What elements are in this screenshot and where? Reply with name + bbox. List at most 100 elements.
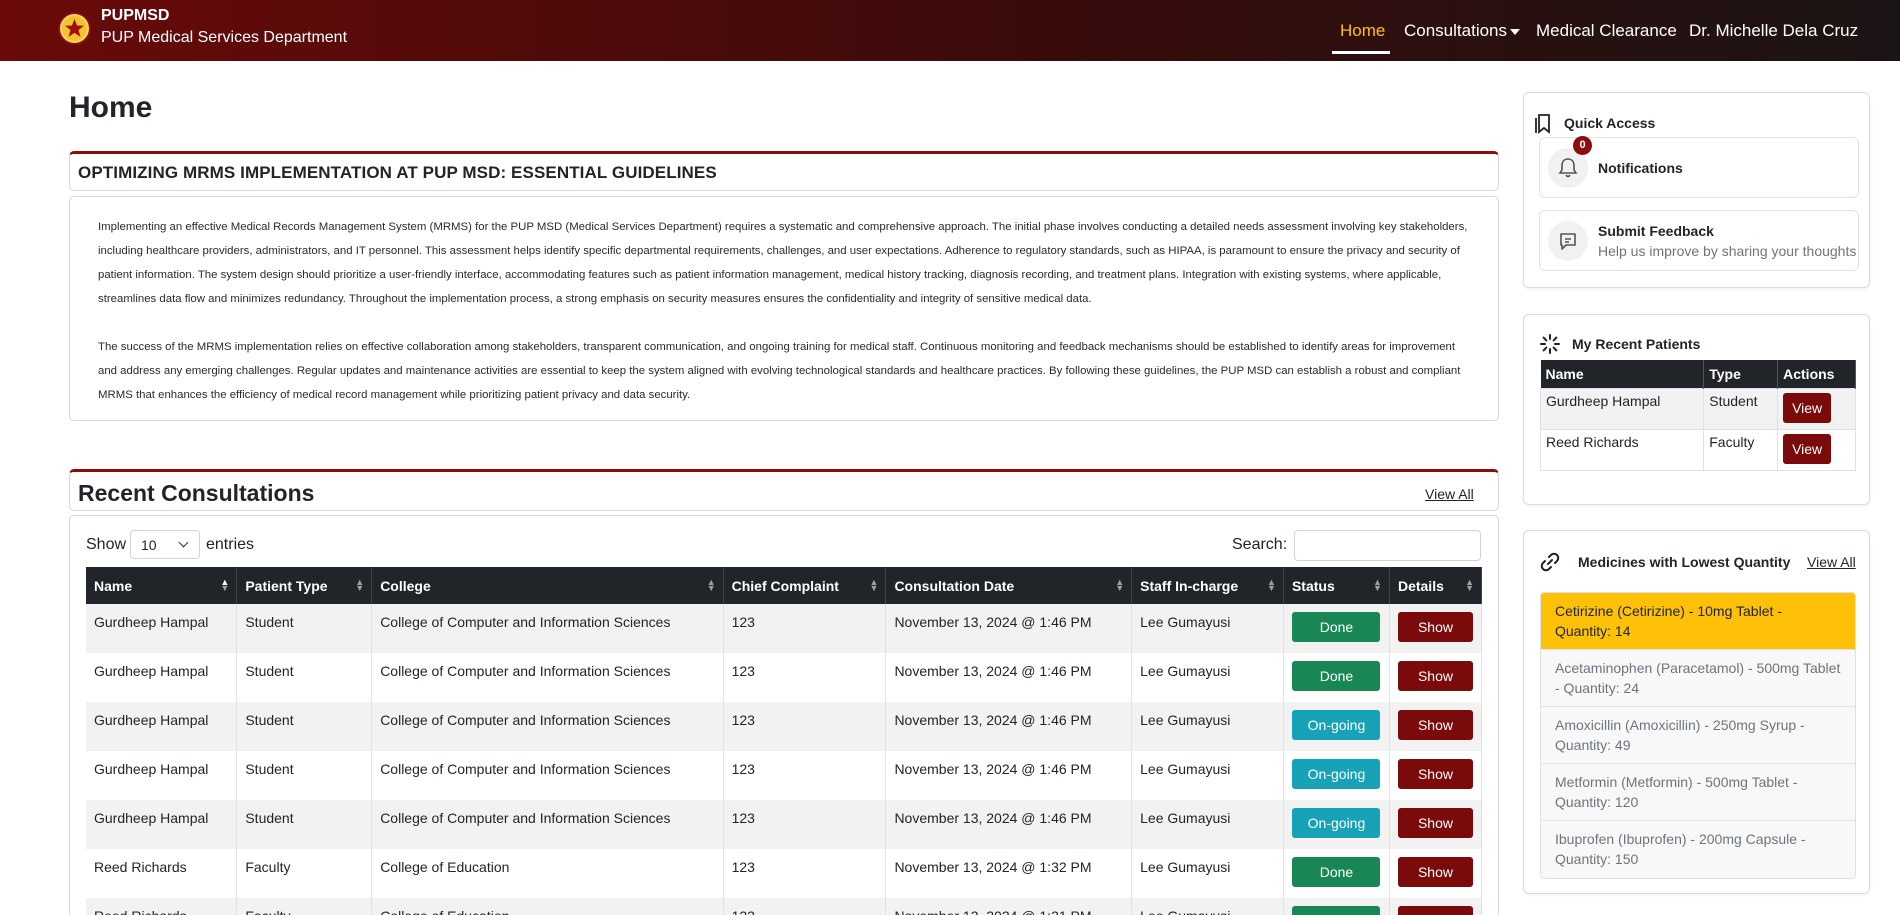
column-header-name[interactable]: Name ▲ ▼ <box>86 567 238 604</box>
cell-name: Gurdheep Hampal <box>86 702 238 751</box>
consultations-header: Recent Consultations View All <box>69 469 1499 511</box>
cell-chief-complaint: 123 <box>723 849 887 898</box>
cell-chief-complaint: 123 <box>723 604 887 653</box>
nav-home[interactable]: Home <box>1340 21 1385 41</box>
medicines-view-all-link[interactable]: View All <box>1807 554 1856 570</box>
column-header-label: Details <box>1397 577 1444 594</box>
table-row: Reed Richards Faculty College of Educati… <box>86 849 1483 898</box>
brand-subtitle[interactable]: PUP Medical Services Department <box>101 29 347 47</box>
list-item[interactable]: Metformin (Metformin) - 500mg Tablet - Q… <box>1541 764 1855 821</box>
column-header-label: Patient Type <box>245 577 328 594</box>
submit-feedback-item[interactable]: Submit Feedback Help us improve by shari… <box>1539 210 1859 271</box>
brand-title[interactable]: PUPMSD <box>101 7 169 25</box>
feedback-message-icon <box>1548 221 1588 261</box>
status-badge: On-going <box>1292 808 1381 838</box>
column-header-type: Type <box>1703 360 1779 388</box>
cell-name: Reed Richards <box>86 898 238 915</box>
show-details-button[interactable]: Show <box>1397 661 1473 691</box>
recent-patients-table: Name Type Actions Gurdheep Hampal Studen… <box>1539 360 1856 471</box>
cell-consultation-date: November 13, 2024 @ 1:46 PM <box>885 702 1133 751</box>
recent-patients-card: My Recent Patients Name Type Actions Gur… <box>1523 314 1870 505</box>
show-details-button[interactable]: Show <box>1397 857 1473 887</box>
guidelines-heading: OPTIMIZING MRMS IMPLEMENTATION AT PUP MS… <box>78 163 717 182</box>
show-details-button[interactable]: Show <box>1397 808 1473 838</box>
table-row: Gurdheep Hampal Student College of Compu… <box>86 751 1483 800</box>
show-details-button[interactable]: Show <box>1397 759 1473 789</box>
cell-status: Done <box>1283 604 1390 653</box>
cell-details: Show <box>1389 702 1483 751</box>
submit-feedback-label: Submit Feedback <box>1598 223 1714 239</box>
cell-type: Faculty <box>1703 428 1779 471</box>
column-header-consultation-date[interactable]: Consultation Date ▲ ▼ <box>885 567 1133 604</box>
cell-details: Show <box>1389 604 1483 653</box>
cell-name: Gurdheep Hampal <box>1539 387 1705 430</box>
cell-staff: Lee Gumayusi <box>1131 898 1284 915</box>
consultations-view-all-link[interactable]: View All <box>1425 486 1474 502</box>
entries-select-value: 10 <box>141 537 157 553</box>
show-details-button[interactable]: Show <box>1397 710 1473 740</box>
column-header-details[interactable]: Details ▲ ▼ <box>1389 567 1483 604</box>
guidelines-body: Implementing an effective Medical Record… <box>69 196 1499 421</box>
search-input[interactable] <box>1294 530 1481 561</box>
cell-name: Reed Richards <box>86 849 238 898</box>
column-header-name: Name <box>1540 360 1705 388</box>
view-patient-button[interactable]: View <box>1783 433 1832 464</box>
column-header-actions: Actions <box>1777 360 1856 388</box>
consultations-table: Name ▲ ▼ Patient Type ▲ ▼ College ▲ ▼ Chief Co… <box>86 567 1483 915</box>
guidelines-header: OPTIMIZING MRMS IMPLEMENTATION AT PUP MS… <box>69 151 1499 191</box>
cell-staff: Lee Gumayusi <box>1131 604 1284 653</box>
cell-details: Show <box>1389 849 1483 898</box>
status-badge: Done <box>1292 857 1381 887</box>
nav-user-menu[interactable]: Dr. Michelle Dela Cruz <box>1689 21 1858 41</box>
sort-icon: ▲ ▼ <box>706 577 716 593</box>
cell-consultation-date: November 13, 2024 @ 1:46 PM <box>885 800 1133 849</box>
pup-logo-icon[interactable] <box>58 12 91 45</box>
column-header-status[interactable]: Status ▲ ▼ <box>1283 567 1390 604</box>
column-header-label: Name <box>94 577 133 594</box>
cell-name: Gurdheep Hampal <box>86 653 238 702</box>
column-header-chief-complaint[interactable]: Chief Complaint ▲ ▼ <box>723 567 887 604</box>
entries-select[interactable]: 10 <box>130 530 200 559</box>
sort-icon: ▲ ▼ <box>1373 577 1382 593</box>
list-item[interactable]: Cetirizine (Cetirizine) - 10mg Tablet - … <box>1541 593 1855 650</box>
cell-staff: Lee Gumayusi <box>1131 702 1284 751</box>
loading-spinner-icon <box>1540 334 1560 354</box>
show-details-button[interactable]: Show <box>1397 612 1473 642</box>
cell-details: Show <box>1389 751 1483 800</box>
cell-college: College of Computer and Information Scie… <box>371 702 724 751</box>
view-patient-button[interactable]: View <box>1783 392 1832 423</box>
column-header-staff[interactable]: Staff In-charge ▲ ▼ <box>1131 567 1284 604</box>
page-title: Home <box>69 91 153 124</box>
cell-name: Gurdheep Hampal <box>86 604 238 653</box>
show-details-button[interactable]: Show <box>1397 906 1473 915</box>
status-badge: Done <box>1292 906 1381 915</box>
list-item[interactable]: Acetaminophen (Paracetamol) - 500mg Tabl… <box>1541 650 1855 707</box>
cell-patient-type: Faculty <box>236 849 373 898</box>
cell-status: On-going <box>1283 800 1390 849</box>
cell-staff: Lee Gumayusi <box>1131 849 1284 898</box>
notifications-item[interactable]: 0 Notifications <box>1539 136 1859 198</box>
cell-patient-type: Faculty <box>236 898 373 915</box>
nav-consultations-label: Consultations <box>1404 21 1508 40</box>
nav-consultations[interactable]: Consultations <box>1404 21 1521 41</box>
medicines-title: Medicines with Lowest Quantity <box>1578 554 1791 570</box>
cell-chief-complaint: 123 <box>723 800 887 849</box>
top-navbar: PUPMSD PUP Medical Services Department H… <box>0 0 1900 61</box>
medicines-list: Cetirizine (Cetirizine) - 10mg Tablet - … <box>1540 592 1856 879</box>
cell-status: On-going <box>1283 751 1390 800</box>
sort-icon: ▲ ▼ <box>1115 577 1125 593</box>
nav-medical-clearance[interactable]: Medical Clearance <box>1536 21 1677 41</box>
submit-feedback-subtitle: Help us improve by sharing your thoughts <box>1598 243 1857 259</box>
cell-status: On-going <box>1283 702 1390 751</box>
column-header-college[interactable]: College ▲ ▼ <box>371 567 724 604</box>
list-item[interactable]: Ibuprofen (Ibuprofen) - 200mg Capsule - … <box>1541 821 1855 878</box>
cell-actions: View <box>1777 387 1856 430</box>
sort-icon: ▲ ▼ <box>1465 577 1474 593</box>
list-item[interactable]: Amoxicillin (Amoxicillin) - 250mg Syrup … <box>1541 707 1855 764</box>
column-header-patient-type[interactable]: Patient Type ▲ ▼ <box>236 567 373 604</box>
chevron-down-icon <box>1510 28 1521 35</box>
cell-consultation-date: November 13, 2024 @ 1:46 PM <box>885 751 1133 800</box>
cell-college: College of Computer and Information Scie… <box>371 653 724 702</box>
cell-consultation-date: November 13, 2024 @ 1:46 PM <box>885 653 1133 702</box>
cell-chief-complaint: 123 <box>723 702 887 751</box>
